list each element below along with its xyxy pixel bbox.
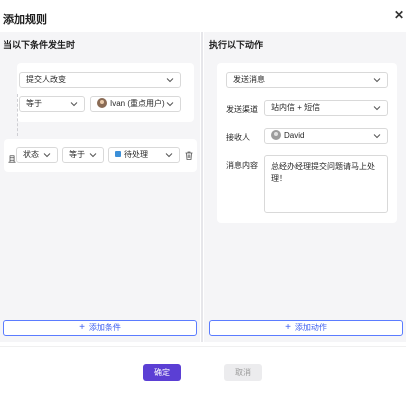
panel-divider: [201, 32, 203, 342]
channel-select[interactable]: 站内信 + 短信: [264, 100, 388, 116]
add-condition-button[interactable]: + 添加条件: [3, 320, 197, 336]
dialog-title: 添加规则: [3, 14, 47, 26]
footer-divider: [0, 346, 406, 347]
channel-label: 发送渠道: [226, 105, 258, 114]
condition-field-value: 状态: [23, 150, 39, 159]
condition-operator-value: 等于: [69, 150, 85, 159]
condition-operator-select[interactable]: 等于: [62, 147, 104, 163]
condition-panel-title: 当以下条件发生时: [3, 40, 76, 50]
recipient-select[interactable]: David: [264, 128, 388, 144]
chevron-down-icon: [43, 153, 51, 158]
action-select-value: 发送消息: [233, 75, 265, 84]
plus-icon: +: [285, 322, 291, 333]
recipient-select-value: David: [284, 131, 305, 140]
message-textarea[interactable]: 总经办经理提交问题请马上处理！: [264, 155, 388, 213]
person-select-value: Ivan (重点用户): [110, 99, 165, 108]
operator-select-value: 等于: [26, 99, 42, 108]
and-label: 且: [8, 155, 16, 164]
condition-value: 待处理: [124, 150, 148, 159]
action-panel-title: 执行以下动作: [209, 40, 264, 50]
message-label: 消息内容: [226, 161, 258, 170]
chevron-down-icon: [89, 153, 97, 158]
chevron-down-icon: [165, 153, 173, 158]
recipient-label: 接收人: [226, 133, 250, 142]
trash-icon[interactable]: [185, 151, 193, 160]
cancel-button[interactable]: 取消: [224, 364, 262, 381]
action-select[interactable]: 发送消息: [226, 72, 388, 88]
confirm-button[interactable]: 确定: [143, 364, 181, 381]
add-condition-label: 添加条件: [88, 323, 121, 332]
add-action-button[interactable]: + 添加动作: [209, 320, 403, 336]
chevron-down-icon: [166, 78, 174, 83]
chevron-down-icon: [373, 134, 381, 139]
condition-value-select[interactable]: 待处理: [108, 147, 180, 163]
dialog-header: 添加规则 ✕: [0, 0, 406, 32]
add-action-label: 添加动作: [294, 323, 327, 332]
plus-icon: +: [79, 322, 85, 333]
person-select[interactable]: Ivan (重点用户): [90, 96, 181, 112]
chevron-down-icon: [373, 78, 381, 83]
operator-select[interactable]: 等于: [19, 96, 85, 112]
chevron-down-icon: [70, 102, 78, 107]
trigger-select-value: 提交人改变: [26, 75, 66, 84]
trigger-select[interactable]: 提交人改变: [19, 72, 181, 88]
chevron-down-icon: [373, 106, 381, 111]
chevron-down-icon: [166, 102, 174, 107]
channel-select-value: 站内信 + 短信: [271, 103, 321, 112]
avatar: [271, 130, 281, 140]
status-color-badge: [115, 151, 121, 157]
close-icon[interactable]: ✕: [394, 9, 404, 21]
avatar: [97, 98, 107, 108]
connector-line: [17, 94, 18, 136]
condition-field-select[interactable]: 状态: [16, 147, 58, 163]
